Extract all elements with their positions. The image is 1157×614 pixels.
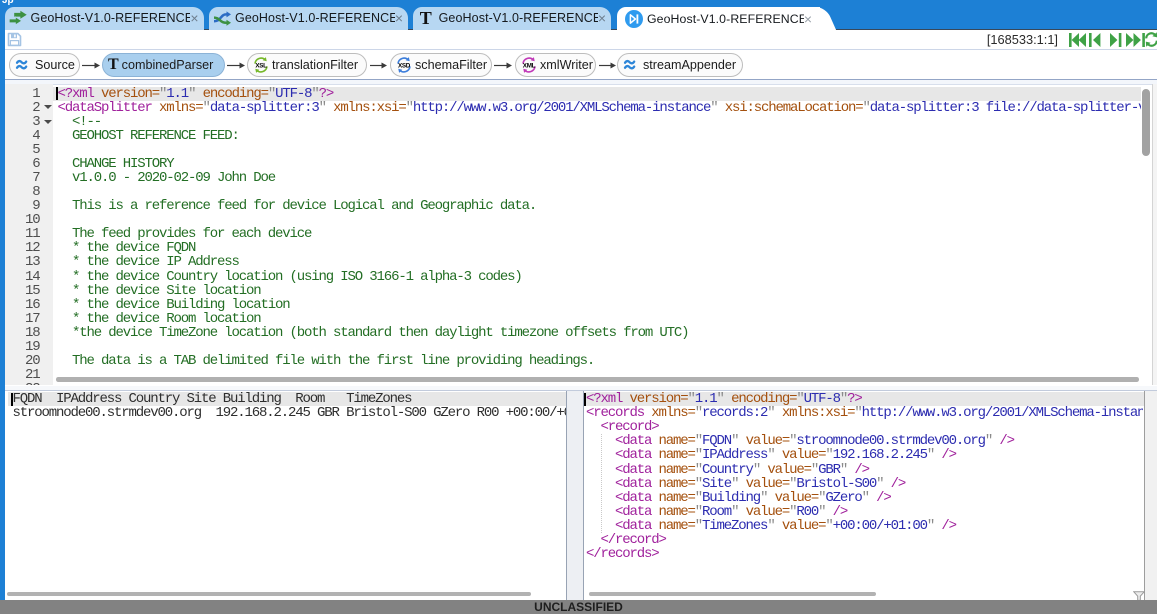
svg-text:XSL: XSL	[255, 62, 267, 69]
svg-text:XSD: XSD	[398, 62, 411, 69]
svg-text:XML: XML	[523, 62, 536, 69]
